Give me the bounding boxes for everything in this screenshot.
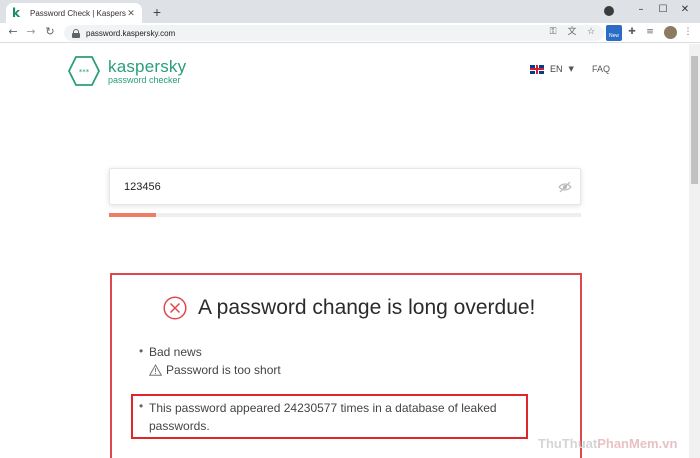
menu-dots-icon[interactable]: ⋮ xyxy=(682,26,694,38)
url-text: password.kaspersky.com xyxy=(86,28,176,38)
extension-new-icon[interactable]: New xyxy=(606,25,622,41)
verdict-heading: A password change is long overdue! xyxy=(163,296,535,320)
browser-toolbar: ← → ↻ password.kaspersky.com ⚿ 文 ☆ New ✚… xyxy=(0,23,700,43)
leak-message: This password appeared 24230577 times in… xyxy=(149,401,497,433)
reload-icon[interactable]: ↻ xyxy=(43,25,57,39)
address-bar[interactable]: password.kaspersky.com xyxy=(64,25,604,41)
maximize-button[interactable]: ☐ xyxy=(652,2,674,18)
new-tab-button[interactable]: + xyxy=(149,4,165,20)
bad-news-label: Bad news xyxy=(149,345,202,359)
bookmark-star-icon[interactable]: ☆ xyxy=(585,26,597,38)
site-watermark: ThuThuatPhanMem.vn xyxy=(538,436,678,451)
profile-avatar[interactable] xyxy=(664,26,677,39)
page-scrollbar[interactable] xyxy=(689,44,700,458)
warning-text: Password is too short xyxy=(166,363,281,377)
kaspersky-favicon-icon: k xyxy=(12,6,20,20)
logo-brand-text: kaspersky xyxy=(108,56,187,76)
kaspersky-logo[interactable]: *** kaspersky password checker xyxy=(68,56,186,86)
scrollbar-thumb[interactable] xyxy=(691,56,698,184)
extensions-puzzle-icon[interactable]: ✚ xyxy=(626,26,638,38)
faq-link[interactable]: FAQ xyxy=(592,64,610,74)
error-x-circle-icon xyxy=(163,296,187,320)
close-tab-icon[interactable]: ✕ xyxy=(126,8,136,18)
tab-title: Password Check | Kaspersky xyxy=(30,8,126,18)
language-label: EN xyxy=(550,64,563,74)
translate-icon[interactable]: 文 xyxy=(566,26,578,38)
password-strength-fill xyxy=(109,213,157,217)
logo-product-text: password checker xyxy=(108,74,181,85)
minimize-button[interactable]: – xyxy=(630,2,652,18)
warning-row: Password is too short xyxy=(149,363,281,377)
browser-tab-bar: k Password Check | Kaspersky ✕ + – ☐ ✕ xyxy=(0,0,700,23)
close-window-button[interactable]: ✕ xyxy=(674,2,696,18)
logo-hexagon-icon: *** xyxy=(68,56,100,86)
eye-hidden-icon[interactable] xyxy=(558,181,572,193)
key-icon[interactable]: ⚿ xyxy=(547,26,559,38)
bullet-dot: • xyxy=(139,344,144,358)
password-input[interactable]: 123456 xyxy=(109,168,581,205)
warning-triangle-icon xyxy=(149,364,162,376)
bullet-dot: • xyxy=(139,399,144,413)
language-selector[interactable]: EN ▼ xyxy=(530,64,574,74)
svg-text:***: *** xyxy=(79,68,90,76)
uk-flag-icon xyxy=(530,64,544,74)
tab-search-icon[interactable] xyxy=(604,6,614,16)
lock-icon[interactable] xyxy=(72,28,80,38)
forward-icon[interactable]: → xyxy=(24,25,38,39)
reading-list-icon[interactable]: ≡ xyxy=(644,26,656,38)
password-strength-bar xyxy=(109,213,581,217)
verdict-text: A password change is long overdue! xyxy=(198,296,536,319)
browser-tab[interactable]: k Password Check | Kaspersky ✕ xyxy=(6,3,142,23)
back-icon[interactable]: ← xyxy=(6,25,20,39)
chevron-down-icon: ▼ xyxy=(568,65,574,73)
password-value: 123456 xyxy=(124,181,161,193)
